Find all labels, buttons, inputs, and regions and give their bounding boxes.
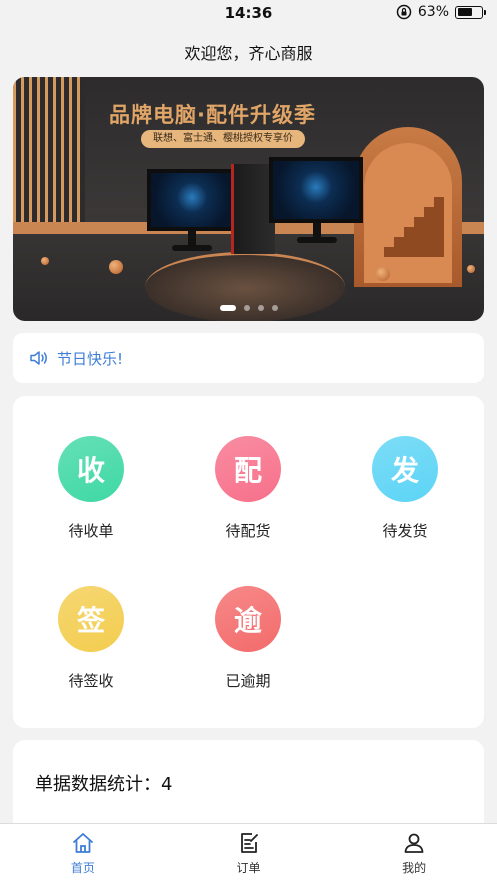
order-label: 待签收 [68,672,114,690]
tab-label: 首页 [70,861,95,875]
battery-icon [455,5,486,19]
banner-orb [41,257,49,265]
status-indicators: 63% [396,4,486,20]
banner-subtitle: 联想、富士通、樱桃授权专享价 [141,130,305,148]
banner-orb [376,267,390,281]
order-overdue[interactable]: 逾 已逾期 [178,586,318,691]
orders-icon [240,833,258,853]
tab-orders[interactable]: 订单 [166,824,332,883]
battery-level [457,8,472,16]
ship-icon: 发 [372,436,438,502]
order-pending-sign[interactable]: 签 待签收 [21,586,161,691]
order-pending-ship[interactable]: 发 待发货 [335,436,475,541]
monitor-left-image [147,169,237,231]
banner-orb [467,265,475,273]
status-time: 14:36 [224,4,273,22]
stats-summary: 单据数据统计：4 [35,770,172,796]
status-bar: 14:36 63% [0,0,497,26]
banner-decoration-stripes [13,77,85,227]
receive-icon: 收 [58,436,124,502]
stats-label: 单据数据统计： [35,774,161,795]
page-title: 欢迎您，齐心商服 [184,44,313,63]
user-icon [404,833,424,853]
order-status-card: 收 待收单 配 待配货 发 待发货 签 待签收 逾 已逾期 [13,396,484,728]
banner-title: 品牌电脑·配件升级季 [109,103,316,127]
tab-label: 订单 [236,861,261,875]
tab-home[interactable]: 首页 [0,824,166,883]
notice-text: 节日快乐! [57,349,124,368]
order-label: 待发货 [382,522,428,540]
promo-banner[interactable]: 品牌电脑·配件升级季 联想、富士通、樱桃授权专享价 [13,77,484,321]
stats-count: 4 [161,774,173,795]
banner-dot[interactable] [257,305,264,311]
order-pending-pick[interactable]: 配 待配货 [178,436,318,541]
bottom-tab-bar: 首页 订单 我的 [0,823,497,883]
banner-pagination [13,305,484,311]
sign-icon: 签 [58,586,124,652]
pick-icon: 配 [215,436,281,502]
banner-dot[interactable] [271,305,278,311]
monitor-right-image [269,157,363,223]
banner-decoration-stairs [384,197,444,257]
banner-orb [109,260,123,274]
banner-dot[interactable] [243,305,250,311]
tab-label: 我的 [402,861,427,875]
home-icon [72,833,93,853]
order-label: 待收单 [68,522,114,540]
order-pending-receive[interactable]: 收 待收单 [21,436,161,541]
overdue-icon: 逾 [215,586,281,652]
rotation-lock-icon [396,4,412,20]
order-label: 待配货 [225,522,271,540]
battery-percent: 63% [417,4,449,20]
banner-dot[interactable] [219,305,236,311]
speaker-icon [30,351,47,365]
order-label: 已逾期 [225,672,271,690]
notice-bar[interactable]: 节日快乐! [13,333,484,383]
tab-profile[interactable]: 我的 [331,824,497,883]
